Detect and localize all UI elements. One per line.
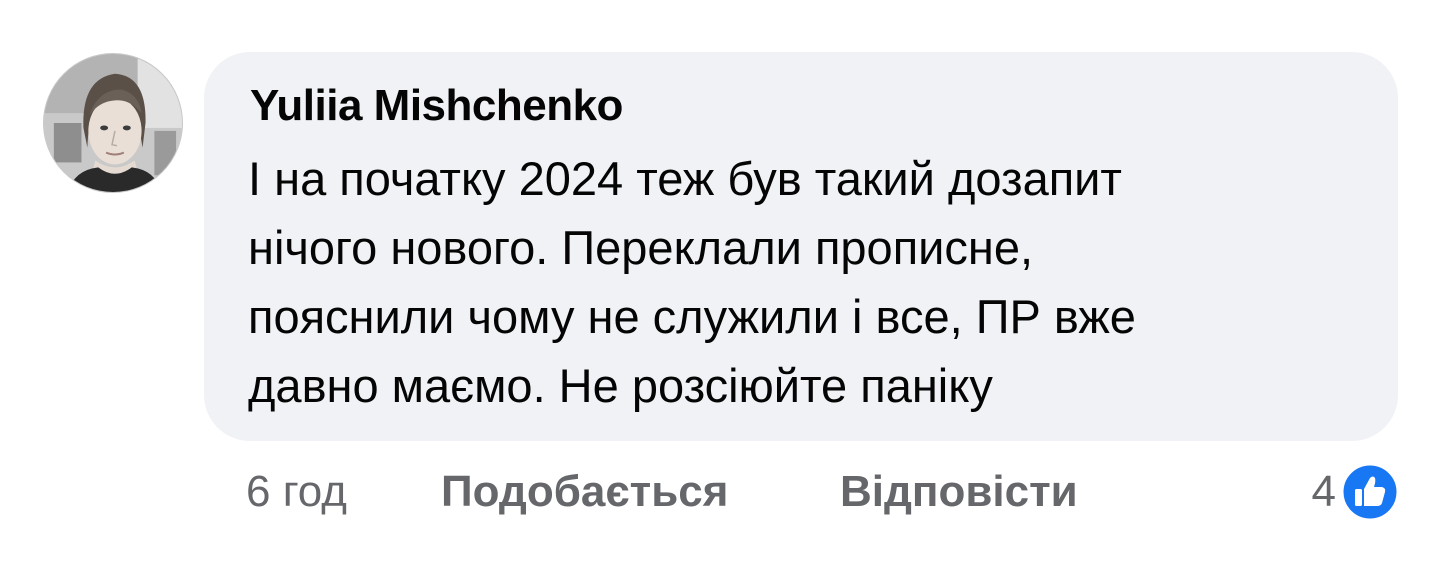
- reply-button[interactable]: Відповісти: [840, 462, 1078, 522]
- comment-text-line: І на початку 2024 теж був такий дозапит: [248, 152, 1122, 205]
- comment-text-line: давно маємо. Не розсіюйте паніку: [248, 359, 993, 412]
- reactions-summary[interactable]: 4: [1312, 462, 1398, 522]
- comment-author-name[interactable]: Yuliia Mishchenko: [250, 80, 623, 132]
- reaction-count: 4: [1311, 467, 1336, 516]
- thumbs-up-icon: [1342, 464, 1398, 520]
- avatar-image: [44, 54, 182, 192]
- comment-text-line: пояснили чому не служили і все, ПР вже: [248, 290, 1136, 343]
- like-button[interactable]: Подобається: [441, 462, 728, 522]
- comment-text: І на початку 2024 теж був такий дозапит …: [248, 144, 1358, 420]
- avatar[interactable]: [43, 53, 183, 193]
- comment-bubble: Yuliia Mishchenko І на початку 2024 теж …: [204, 52, 1398, 441]
- comment-text-line: нічого нового. Переклали прописне,: [248, 221, 1034, 274]
- comment-actions-bar: 6 год Подобається Відповісти 4: [0, 462, 1440, 522]
- comment-timestamp[interactable]: 6 год: [246, 462, 347, 522]
